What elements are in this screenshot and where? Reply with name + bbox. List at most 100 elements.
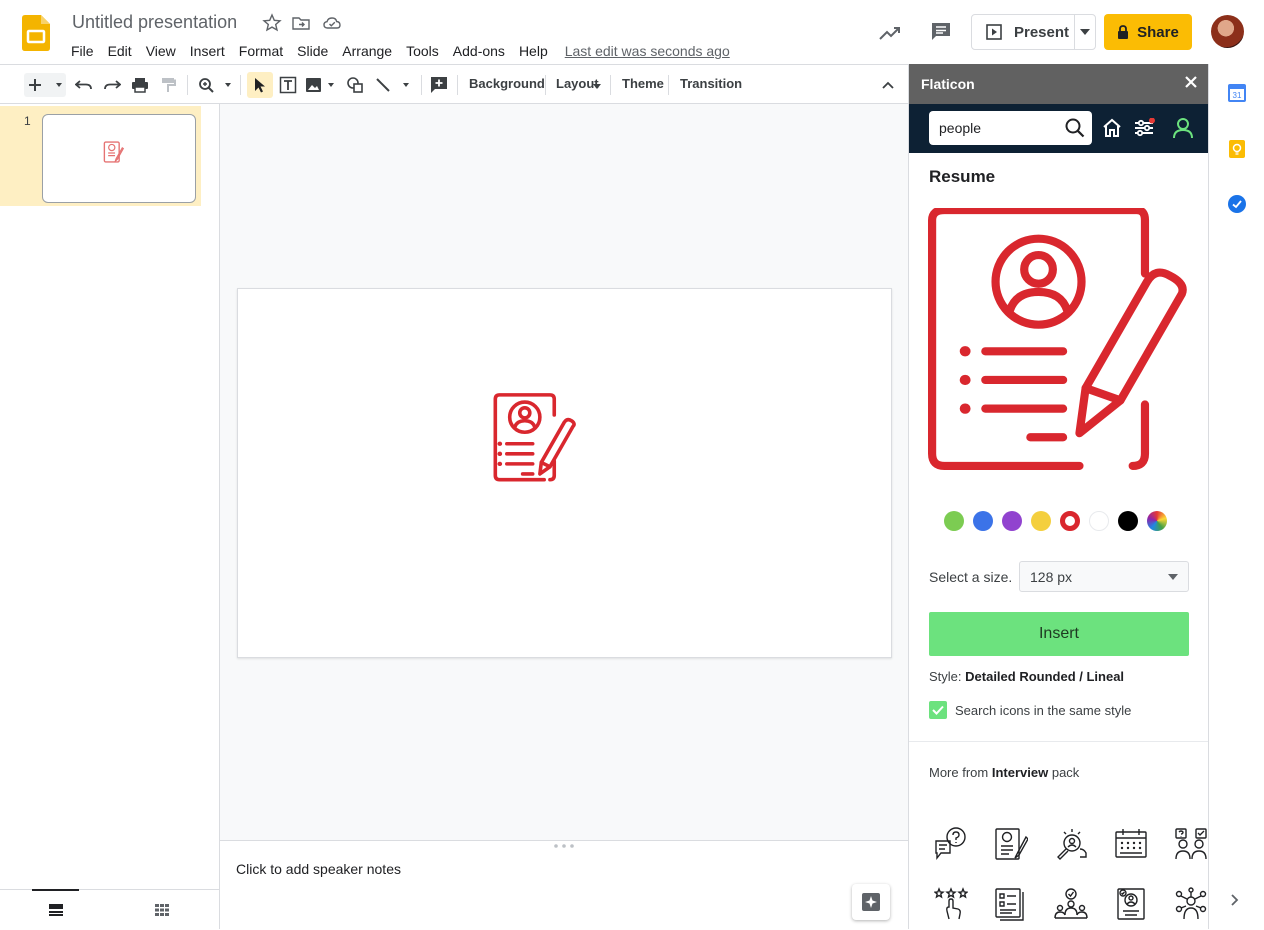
cloud-saved-icon[interactable] xyxy=(322,13,342,33)
search-candidate-icon[interactable] xyxy=(1041,814,1101,874)
menu-tools[interactable]: Tools xyxy=(399,41,446,61)
menu-help[interactable]: Help xyxy=(512,41,555,61)
grid-view-button[interactable] xyxy=(138,890,185,930)
menu-insert[interactable]: Insert xyxy=(183,41,232,61)
more-from-pack: More from Interview pack xyxy=(929,765,1079,780)
connection-people-icon[interactable] xyxy=(1161,874,1208,929)
question-chat-icon[interactable] xyxy=(921,814,981,874)
document-title[interactable]: Untitled presentation xyxy=(72,12,237,33)
flaticon-panel: Flaticon Resume xyxy=(908,64,1208,929)
inserted-resume-icon[interactable] xyxy=(491,392,583,484)
toolbar: Background Layout Theme Transition xyxy=(0,64,908,104)
flaticon-search-bar xyxy=(909,104,1208,153)
size-select[interactable]: 128 px xyxy=(1019,561,1189,592)
color-swatch-white[interactable] xyxy=(1089,511,1109,531)
color-swatch-purple[interactable] xyxy=(1002,511,1022,531)
side-panel-rail: 31 xyxy=(1208,64,1264,929)
team-question-icon[interactable] xyxy=(1161,814,1208,874)
menu-bar: File Edit View Insert Format Slide Arran… xyxy=(64,40,730,62)
home-icon[interactable] xyxy=(1102,118,1122,138)
slide-canvas[interactable] xyxy=(237,288,892,658)
filmstrip-view-button[interactable] xyxy=(32,889,79,929)
resume-icon[interactable] xyxy=(981,814,1041,874)
close-icon[interactable] xyxy=(1184,75,1198,89)
icon-title: Resume xyxy=(929,167,996,186)
shape-icon[interactable] xyxy=(345,73,365,97)
color-swatch-blue[interactable] xyxy=(973,511,993,531)
insert-button[interactable]: Insert xyxy=(929,612,1189,656)
new-slide-button[interactable] xyxy=(24,73,66,97)
comment-history-icon[interactable] xyxy=(930,21,952,43)
slide-thumbnail[interactable] xyxy=(42,114,196,203)
present-button[interactable]: Present xyxy=(971,14,1096,50)
flaticon-search-input[interactable] xyxy=(929,111,1059,145)
expand-panel-icon[interactable] xyxy=(1231,894,1239,906)
star-icon[interactable] xyxy=(262,13,282,33)
theme-button[interactable]: Theme xyxy=(622,76,664,91)
explore-button[interactable] xyxy=(852,884,890,920)
selected-candidate-icon[interactable] xyxy=(1041,874,1101,929)
share-label: Share xyxy=(1137,23,1179,41)
notes-resize-handle[interactable] xyxy=(553,843,575,849)
menu-edit[interactable]: Edit xyxy=(101,41,139,61)
filter-settings-icon[interactable] xyxy=(1134,118,1156,138)
share-button[interactable]: Share xyxy=(1104,14,1192,50)
select-cursor-icon[interactable] xyxy=(247,72,273,98)
menu-view[interactable]: View xyxy=(139,41,183,61)
pack-icon-grid xyxy=(921,814,1208,929)
insert-image-icon[interactable] xyxy=(305,73,337,97)
line-tool-icon[interactable] xyxy=(375,73,415,97)
user-account-icon[interactable] xyxy=(1172,117,1194,139)
speaker-notes[interactable]: Click to add speaker notes xyxy=(220,840,908,929)
menu-addons[interactable]: Add-ons xyxy=(446,41,512,61)
color-swatch-red-selected[interactable] xyxy=(1060,511,1080,531)
style-info: Style: Detailed Rounded / Lineal xyxy=(929,669,1124,684)
color-swatch-black[interactable] xyxy=(1118,511,1138,531)
profile-check-icon[interactable] xyxy=(1101,874,1161,929)
redo-icon[interactable] xyxy=(102,73,122,97)
flaticon-search-box[interactable] xyxy=(929,111,1092,145)
calendar-app-icon[interactable]: 31 xyxy=(1228,84,1246,102)
flaticon-panel-title: Flaticon xyxy=(921,76,975,92)
toolbar-divider xyxy=(457,75,458,95)
background-button[interactable]: Background xyxy=(469,76,545,91)
documents-icon[interactable] xyxy=(981,874,1041,929)
keep-app-icon[interactable] xyxy=(1228,140,1246,158)
same-style-checkbox-row[interactable]: Search icons in the same style xyxy=(929,701,1131,719)
activity-dashboard-icon[interactable] xyxy=(878,21,902,45)
slide-thumbnail-selected[interactable]: 1 xyxy=(0,106,201,206)
transition-button[interactable]: Transition xyxy=(680,76,742,91)
color-swatch-multicolor[interactable] xyxy=(1147,511,1167,531)
pack-name[interactable]: Interview xyxy=(992,765,1048,780)
menu-format[interactable]: Format xyxy=(232,41,290,61)
present-main[interactable]: Present xyxy=(972,15,1076,49)
menu-file[interactable]: File xyxy=(64,41,101,61)
rating-hand-icon[interactable] xyxy=(921,874,981,929)
menu-arrange[interactable]: Arrange xyxy=(335,41,399,61)
account-avatar[interactable] xyxy=(1211,15,1244,48)
present-label: Present xyxy=(1014,23,1070,41)
color-swatch-green[interactable] xyxy=(944,511,964,531)
slide-number: 1 xyxy=(24,114,31,128)
calendar-icon[interactable] xyxy=(1101,814,1161,874)
toolbar-divider xyxy=(421,75,422,95)
print-icon[interactable] xyxy=(130,73,150,97)
speaker-notes-placeholder[interactable]: Click to add speaker notes xyxy=(236,861,401,877)
color-swatch-yellow[interactable] xyxy=(1031,511,1051,531)
slides-logo-icon[interactable] xyxy=(22,15,50,51)
last-edit-link[interactable]: Last edit was seconds ago xyxy=(565,43,730,59)
tasks-app-icon[interactable] xyxy=(1228,195,1246,213)
present-options-dropdown[interactable] xyxy=(1075,29,1095,35)
undo-icon[interactable] xyxy=(74,73,94,97)
add-comment-icon[interactable] xyxy=(429,73,449,97)
same-style-checkbox[interactable] xyxy=(929,701,947,719)
zoom-button[interactable] xyxy=(196,73,236,97)
move-folder-icon[interactable] xyxy=(291,13,311,33)
paint-format-icon[interactable] xyxy=(158,73,178,97)
search-icon[interactable] xyxy=(1065,118,1085,138)
panel-divider xyxy=(909,741,1208,742)
collapse-toolbar-icon[interactable] xyxy=(878,73,898,97)
text-box-icon[interactable] xyxy=(278,73,298,97)
style-value: Detailed Rounded / Lineal xyxy=(965,669,1125,684)
menu-slide[interactable]: Slide xyxy=(290,41,335,61)
